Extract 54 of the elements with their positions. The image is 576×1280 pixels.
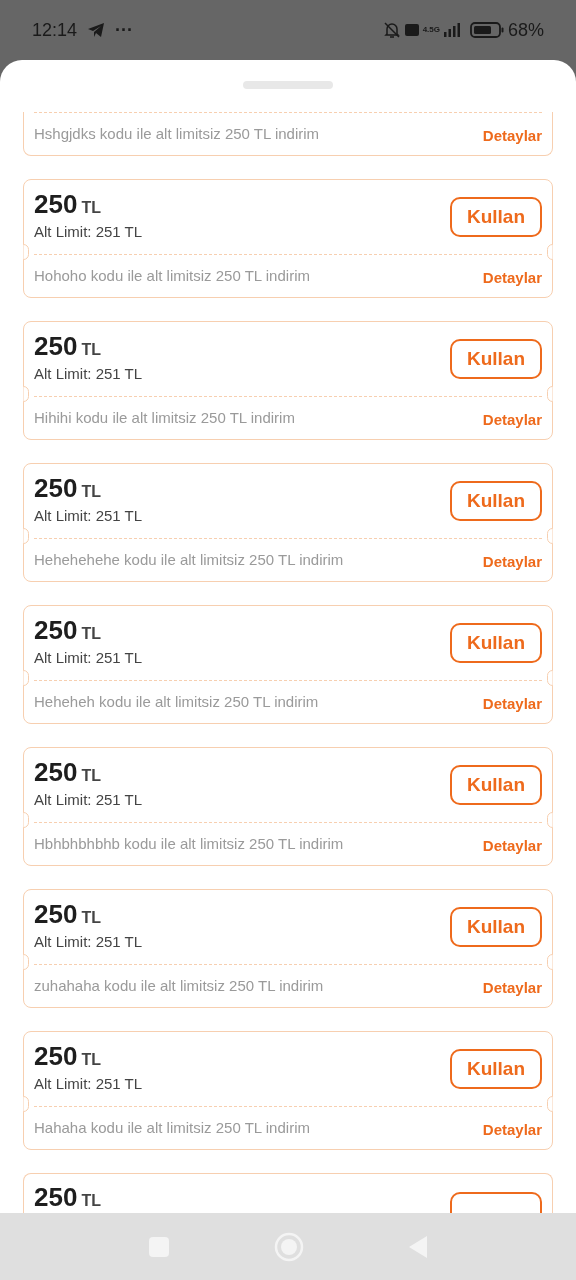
use-button[interactable]: Kullan <box>450 623 542 663</box>
coupon-amount: 250 <box>34 900 78 927</box>
details-link[interactable]: Detaylar <box>482 550 542 574</box>
coupon-description: Heheheh kodu ile alt limitsiz 250 TL indirim <box>34 691 319 712</box>
currency-label: TL <box>81 199 101 216</box>
minimum-limit: Alt Limit: 251 TL <box>34 363 143 384</box>
use-button[interactable]: Kullan <box>450 197 542 237</box>
currency-label: TL <box>81 1051 101 1068</box>
details-link[interactable]: Detaylar <box>482 124 542 148</box>
currency-label: TL <box>81 625 101 642</box>
currency-label: TL <box>81 483 101 500</box>
coupon-amount: 250 <box>34 1184 78 1210</box>
details-link[interactable]: Detaylar <box>482 408 542 432</box>
use-button[interactable]: Kullan <box>450 1049 542 1089</box>
minimum-limit: Alt Limit: 251 TL <box>34 505 143 526</box>
use-button[interactable]: Kullan <box>450 765 542 805</box>
coupon-amount: 250 <box>34 616 78 643</box>
currency-label: TL <box>81 341 101 358</box>
coupon-amount: 250 <box>34 474 78 501</box>
more-notifications: ··· <box>115 18 134 42</box>
details-link[interactable]: Detaylar <box>482 834 542 858</box>
network-type: 4.5G <box>422 26 440 34</box>
details-link[interactable]: Detaylar <box>482 1118 542 1142</box>
minimum-limit: Alt Limit: 251 TL <box>34 1073 143 1094</box>
status-time: 12:14 <box>32 18 78 42</box>
coupon-amount: 250 <box>34 190 78 217</box>
coupon-description: Hahaha kodu ile alt limitsiz 250 TL indirim <box>34 1117 310 1138</box>
use-button[interactable]: Kullan <box>450 481 542 521</box>
details-link[interactable]: Detaylar <box>482 692 542 716</box>
currency-label: TL <box>81 767 101 784</box>
coupon-description: Hbhbhbhbhb kodu ile alt limitsiz 250 TL indirim <box>34 833 344 854</box>
details-link[interactable]: Detaylar <box>482 976 542 1000</box>
bell-off-icon <box>382 21 401 39</box>
use-button[interactable]: Kullan <box>450 339 542 379</box>
coupon-amount: 250 <box>34 758 78 785</box>
currency-label: TL <box>81 1193 101 1209</box>
minimum-limit: Alt Limit: 251 TL <box>34 647 143 668</box>
details-link[interactable]: Detaylar <box>482 266 542 290</box>
coupon-description: Hehehehehe kodu ile alt limitsiz 250 TL indirim <box>34 549 344 570</box>
coupon-description: Hihihi kodu ile alt limitsiz 250 TL indirim <box>34 407 295 428</box>
signal-icon <box>443 23 460 37</box>
coupon-description: zuhahaha kodu ile alt limitsiz 250 TL indirim <box>34 975 324 996</box>
currency-label: TL <box>81 909 101 926</box>
paper-plane-icon <box>87 22 106 38</box>
battery-icon <box>469 22 504 38</box>
use-button[interactable]: Kullan <box>450 907 542 947</box>
coupon-description: Hshgjdks kodu ile alt limitsiz 250 TL indirim <box>34 123 320 144</box>
minimum-limit: Alt Limit: 251 TL <box>34 931 143 952</box>
battery-percent: 68% <box>507 18 544 42</box>
coupon-amount: 250 <box>34 332 78 359</box>
minimum-limit: Alt Limit: 251 TL <box>34 221 143 242</box>
coupon-amount: 250 <box>34 1042 78 1069</box>
coupon-description: Hohoho kodu ile alt limitsiz 250 TL indirim <box>34 265 310 286</box>
minimum-limit: Alt Limit: 251 TL <box>34 789 143 810</box>
